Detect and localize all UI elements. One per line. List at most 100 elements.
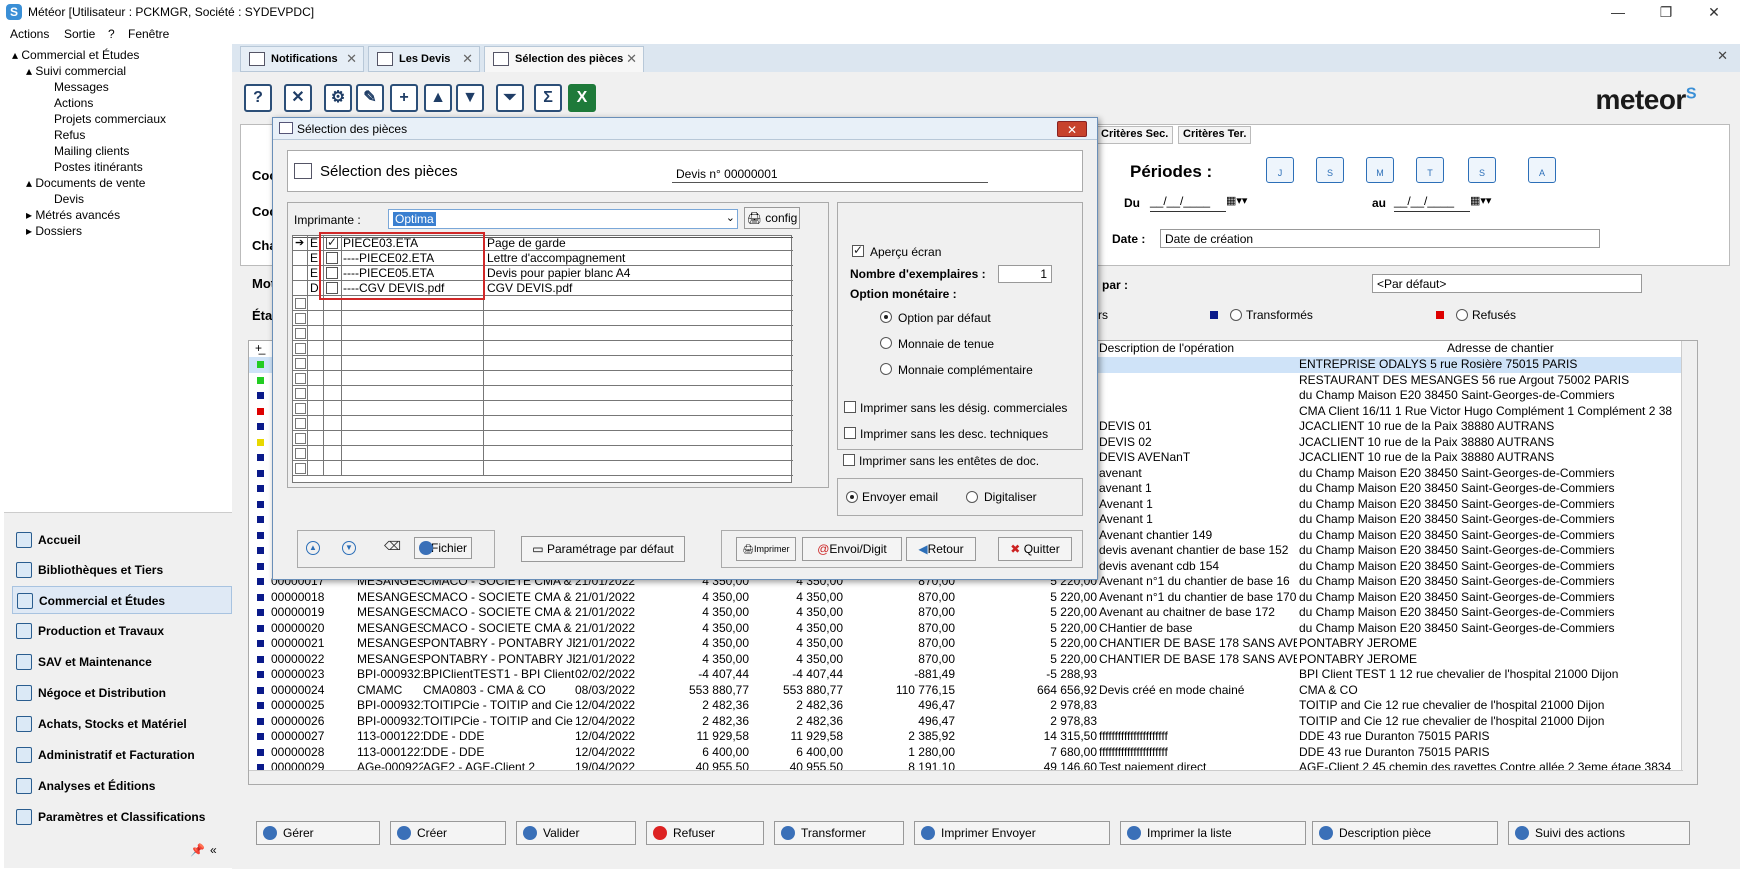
- tree-item-actions[interactable]: Actions: [54, 96, 93, 110]
- nav-parametres[interactable]: Paramètres et Classifications: [12, 803, 232, 831]
- filter-icon[interactable]: ⏷: [496, 84, 524, 112]
- refuser-button[interactable]: Refuser: [646, 821, 764, 845]
- file-row[interactable]: [293, 401, 793, 416]
- sans-desc-checkbox[interactable]: [844, 427, 856, 439]
- nav-bibliotheques[interactable]: Bibliothèques et Tiers: [12, 556, 232, 584]
- excel-icon[interactable]: X: [568, 84, 596, 112]
- nb-exemplaires-input[interactable]: 1: [998, 265, 1052, 283]
- table-row[interactable]: 00000023 BPI-0009321 BPIClientTEST1 - BPI …: [249, 667, 1697, 683]
- printer-select[interactable]: Optima ⌄: [388, 209, 738, 229]
- date-from-picker-icon[interactable]: ▦▾▾: [1226, 194, 1247, 207]
- table-row[interactable]: 00000018 MESANGESCMACO - SOCIETE CMA & CO…: [249, 590, 1697, 606]
- imprimer-envoyer-button[interactable]: Imprimer Envoyer: [914, 821, 1110, 845]
- file-row[interactable]: [293, 446, 793, 461]
- file-row[interactable]: [293, 326, 793, 341]
- tree-item-projets[interactable]: Projets commerciaux: [54, 112, 166, 126]
- header-adresse[interactable]: Adresse de chantier: [1447, 341, 1554, 355]
- tree-item-suivi[interactable]: ▴ Suivi commercial: [26, 64, 126, 78]
- calendar-trimester-icon[interactable]: T: [1416, 157, 1444, 183]
- minimize-icon[interactable]: —: [1596, 2, 1640, 22]
- par-select[interactable]: <Par défaut>: [1372, 274, 1642, 293]
- sans-entetes-checkbox[interactable]: [843, 454, 855, 466]
- retour-button[interactable]: ◀Retour: [906, 537, 976, 561]
- nav-accueil[interactable]: Accueil: [12, 526, 232, 554]
- imprimer-button[interactable]: 🖨Imprimer: [736, 537, 796, 561]
- table-row[interactable]: 00000027 113-0001221 DDE - DDE 12/04/2022 11…: [249, 729, 1697, 745]
- file-row[interactable]: [293, 431, 793, 446]
- menu-sortie[interactable]: Sortie: [64, 27, 95, 41]
- sans-desig-checkbox[interactable]: [844, 401, 856, 413]
- gear-icon[interactable]: ⚙: [324, 84, 352, 112]
- menu-fenetre[interactable]: Fenêtre: [128, 27, 169, 41]
- monnaie-complementaire-radio[interactable]: [880, 363, 892, 375]
- tree-item-postes[interactable]: Postes itinérants: [54, 160, 143, 174]
- table-row[interactable]: 00000024 CMAMC CMA0803 - CMA & CO 08/03/202…: [249, 683, 1697, 699]
- table-row[interactable]: 00000020 MESANGESCMACO - SOCIETE CMA & CO…: [249, 621, 1697, 637]
- menu-help[interactable]: ?: [108, 27, 115, 41]
- expand-icon[interactable]: +̲: [255, 341, 262, 355]
- close-tab-icon[interactable]: ✕: [626, 47, 637, 71]
- tab-criteres-sec[interactable]: Critères Sec.: [1096, 126, 1174, 144]
- gerer-button[interactable]: Gérer: [256, 821, 380, 845]
- move-up-icon[interactable]: ▲: [306, 541, 320, 555]
- tree-item-commercial[interactable]: ▴ Commercial et Études: [12, 48, 139, 62]
- transformes-radio[interactable]: [1230, 309, 1242, 321]
- tree-item-messages[interactable]: Messages: [54, 80, 109, 94]
- calendar-month-icon[interactable]: M: [1366, 157, 1394, 183]
- close-all-icon[interactable]: ✕: [1717, 48, 1728, 64]
- edit-icon[interactable]: ✎: [356, 84, 384, 112]
- file-row[interactable]: [293, 386, 793, 401]
- table-row[interactable]: 00000019 MESANGESCMACO - SOCIETE CMA & CO…: [249, 605, 1697, 621]
- table-row[interactable]: 00000021 MESANGESPONTABRY - PONTABRY JERO…: [249, 636, 1697, 652]
- file-row[interactable]: [293, 416, 793, 431]
- transformer-button[interactable]: Transformer: [774, 821, 904, 845]
- move-down-icon[interactable]: ▼: [342, 541, 356, 555]
- calendar-semester-icon[interactable]: S: [1468, 157, 1496, 183]
- header-description[interactable]: Description de l'opération: [1099, 341, 1234, 355]
- creer-button[interactable]: Créer: [390, 821, 506, 845]
- tab-notifications[interactable]: Notifications ✕: [240, 46, 364, 72]
- sum-icon[interactable]: Σ: [534, 84, 562, 112]
- valider-button[interactable]: Valider: [516, 821, 636, 845]
- move-down-icon[interactable]: ▼: [456, 84, 484, 112]
- monnaie-tenue-radio[interactable]: [880, 337, 892, 349]
- tab-les-devis[interactable]: Les Devis ✕: [368, 46, 480, 72]
- tab-criteres-ter[interactable]: Critères Ter.: [1178, 126, 1252, 144]
- file-row[interactable]: [293, 461, 793, 476]
- nav-commercial[interactable]: Commercial et Études: [12, 586, 232, 614]
- digitaliser-radio[interactable]: [966, 491, 978, 503]
- file-row[interactable]: [293, 371, 793, 386]
- fichier-button[interactable]: Fichier: [414, 537, 472, 559]
- tree-item-documents[interactable]: ▴ Documents de vente: [26, 176, 145, 190]
- tree-item-refus[interactable]: Refus: [54, 128, 85, 142]
- pin-icon[interactable]: 📌: [190, 843, 205, 857]
- calendar-year-icon[interactable]: A: [1528, 157, 1556, 183]
- table-row[interactable]: 00000028 113-0001221 DDE - DDE 12/04/2022 6 …: [249, 745, 1697, 761]
- imprimer-liste-button[interactable]: Imprimer la liste: [1120, 821, 1306, 845]
- maximize-icon[interactable]: ❐: [1644, 2, 1688, 22]
- param-defaut-button[interactable]: ▭ Paramétrage par défaut: [521, 536, 685, 562]
- suivi-actions-button[interactable]: Suivi des actions: [1508, 821, 1690, 845]
- apercu-checkbox[interactable]: [852, 243, 864, 257]
- tree-item-devis[interactable]: Devis: [54, 192, 84, 206]
- calendar-week-icon[interactable]: S: [1316, 157, 1344, 183]
- nav-sav[interactable]: SAV et Maintenance: [12, 648, 232, 676]
- close-tab-icon[interactable]: ✕: [346, 47, 357, 71]
- menu-actions[interactable]: Actions: [10, 27, 49, 41]
- close-icon[interactable]: ✕: [1692, 2, 1736, 22]
- config-button[interactable]: 🖨 config: [744, 207, 800, 229]
- add-icon[interactable]: +: [390, 84, 418, 112]
- description-piece-button[interactable]: Description pièce: [1312, 821, 1498, 845]
- nav-production[interactable]: Production et Travaux: [12, 617, 232, 645]
- dialog-close-button[interactable]: ✕: [1057, 121, 1087, 137]
- file-row[interactable]: [293, 311, 793, 326]
- tree-item-dossiers[interactable]: ▸ Dossiers: [26, 224, 82, 238]
- nav-analyses[interactable]: Analyses et Éditions: [12, 772, 232, 800]
- tree-item-mailing[interactable]: Mailing clients: [54, 144, 129, 158]
- quitter-button[interactable]: ✖ Quitter: [998, 537, 1072, 561]
- table-row[interactable]: 00000022 MESANGESPONTABRY - PONTABRY JERO…: [249, 652, 1697, 668]
- file-row[interactable]: [293, 356, 793, 371]
- tab-selection[interactable]: Sélection des pièces ✕: [484, 46, 644, 72]
- date-type-select[interactable]: Date de création: [1160, 229, 1600, 248]
- option-defaut-radio[interactable]: [880, 311, 892, 323]
